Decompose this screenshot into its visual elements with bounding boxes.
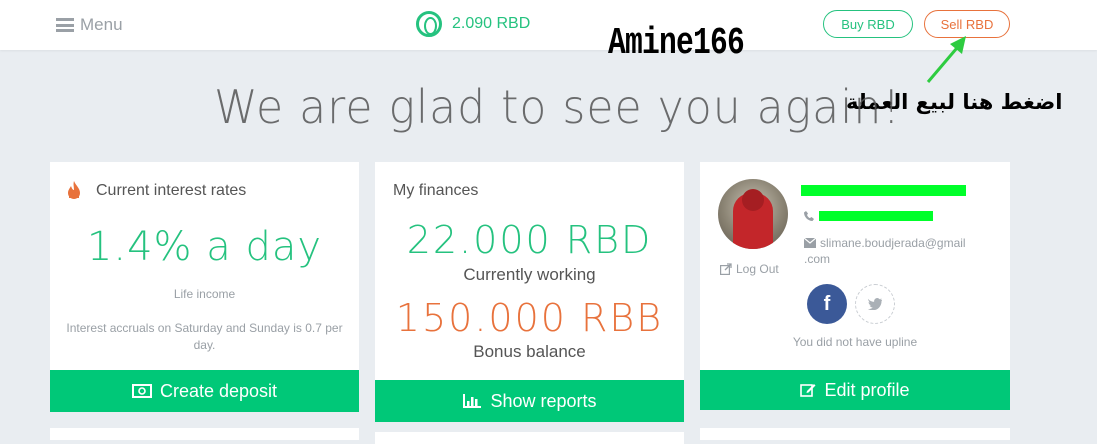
menu-button[interactable]: Menu	[56, 14, 123, 36]
facebook-icon: f	[823, 292, 831, 315]
edit-icon	[800, 384, 816, 397]
facebook-button[interactable]: f	[807, 284, 847, 324]
arrow-annotation-icon	[926, 36, 966, 83]
life-income-label: Life income	[173, 287, 236, 301]
welcome-heading: We are glad to see you again!	[214, 80, 901, 134]
fire-icon	[68, 181, 80, 199]
show-reports-label: Show reports	[490, 390, 597, 411]
interest-accrual-note: Interest accruals on Saturday and Sunday…	[66, 321, 343, 352]
external-link-icon	[720, 263, 732, 275]
email-line-1: slimane.boudjerada@gmail	[820, 236, 966, 250]
username-annotation: Amine166	[608, 22, 745, 65]
bonus-amount: 150.000 RBB	[395, 296, 664, 340]
show-reports-button[interactable]: Show reports	[375, 380, 684, 422]
finances-card-title: My finances	[393, 182, 479, 199]
redacted-phone	[819, 211, 933, 221]
bar-chart-icon	[463, 394, 482, 408]
interest-rates-card: Current interest rates 1.4% a day Life i…	[50, 162, 359, 412]
bonus-label: Bonus balance	[473, 342, 586, 361]
edit-profile-label: Edit profile	[824, 379, 910, 400]
twitter-icon	[868, 298, 882, 310]
menu-label: Menu	[80, 15, 123, 34]
coin-icon	[416, 11, 442, 37]
edit-profile-button[interactable]: Edit profile	[700, 370, 1010, 410]
next-card-3	[700, 428, 1010, 440]
upline-note: You did not have upline	[792, 335, 918, 349]
logout-link[interactable]: Log Out	[720, 262, 779, 276]
next-card-1	[50, 428, 359, 440]
working-amount: 22.000 RBD	[406, 218, 653, 262]
redacted-name	[801, 185, 966, 196]
phone-icon	[804, 211, 814, 221]
logout-label: Log Out	[736, 262, 779, 276]
money-icon	[131, 384, 152, 398]
interest-card-title: Current interest rates	[96, 182, 247, 199]
hamburger-icon	[56, 18, 74, 32]
interest-rate-value: 1.4% a day	[86, 224, 323, 270]
create-deposit-button[interactable]: Create deposit	[50, 370, 359, 412]
next-card-2	[375, 432, 684, 444]
email-line-2: .com	[804, 252, 831, 266]
twitter-button[interactable]	[855, 284, 895, 324]
working-label: Currently working	[463, 265, 596, 284]
profile-card: slimane.boudjerada@gmail .com Log Out f …	[700, 162, 1010, 410]
my-finances-card: My finances 22.000 RBD Currently working…	[375, 162, 684, 422]
envelope-icon	[804, 238, 816, 248]
balance-value: 2.090 RBD	[452, 15, 531, 32]
avatar	[718, 179, 788, 249]
create-deposit-label: Create deposit	[159, 380, 278, 401]
buy-rbd-button[interactable]: Buy RBD	[823, 10, 913, 38]
balance-display: 2.090 RBD	[416, 8, 530, 40]
